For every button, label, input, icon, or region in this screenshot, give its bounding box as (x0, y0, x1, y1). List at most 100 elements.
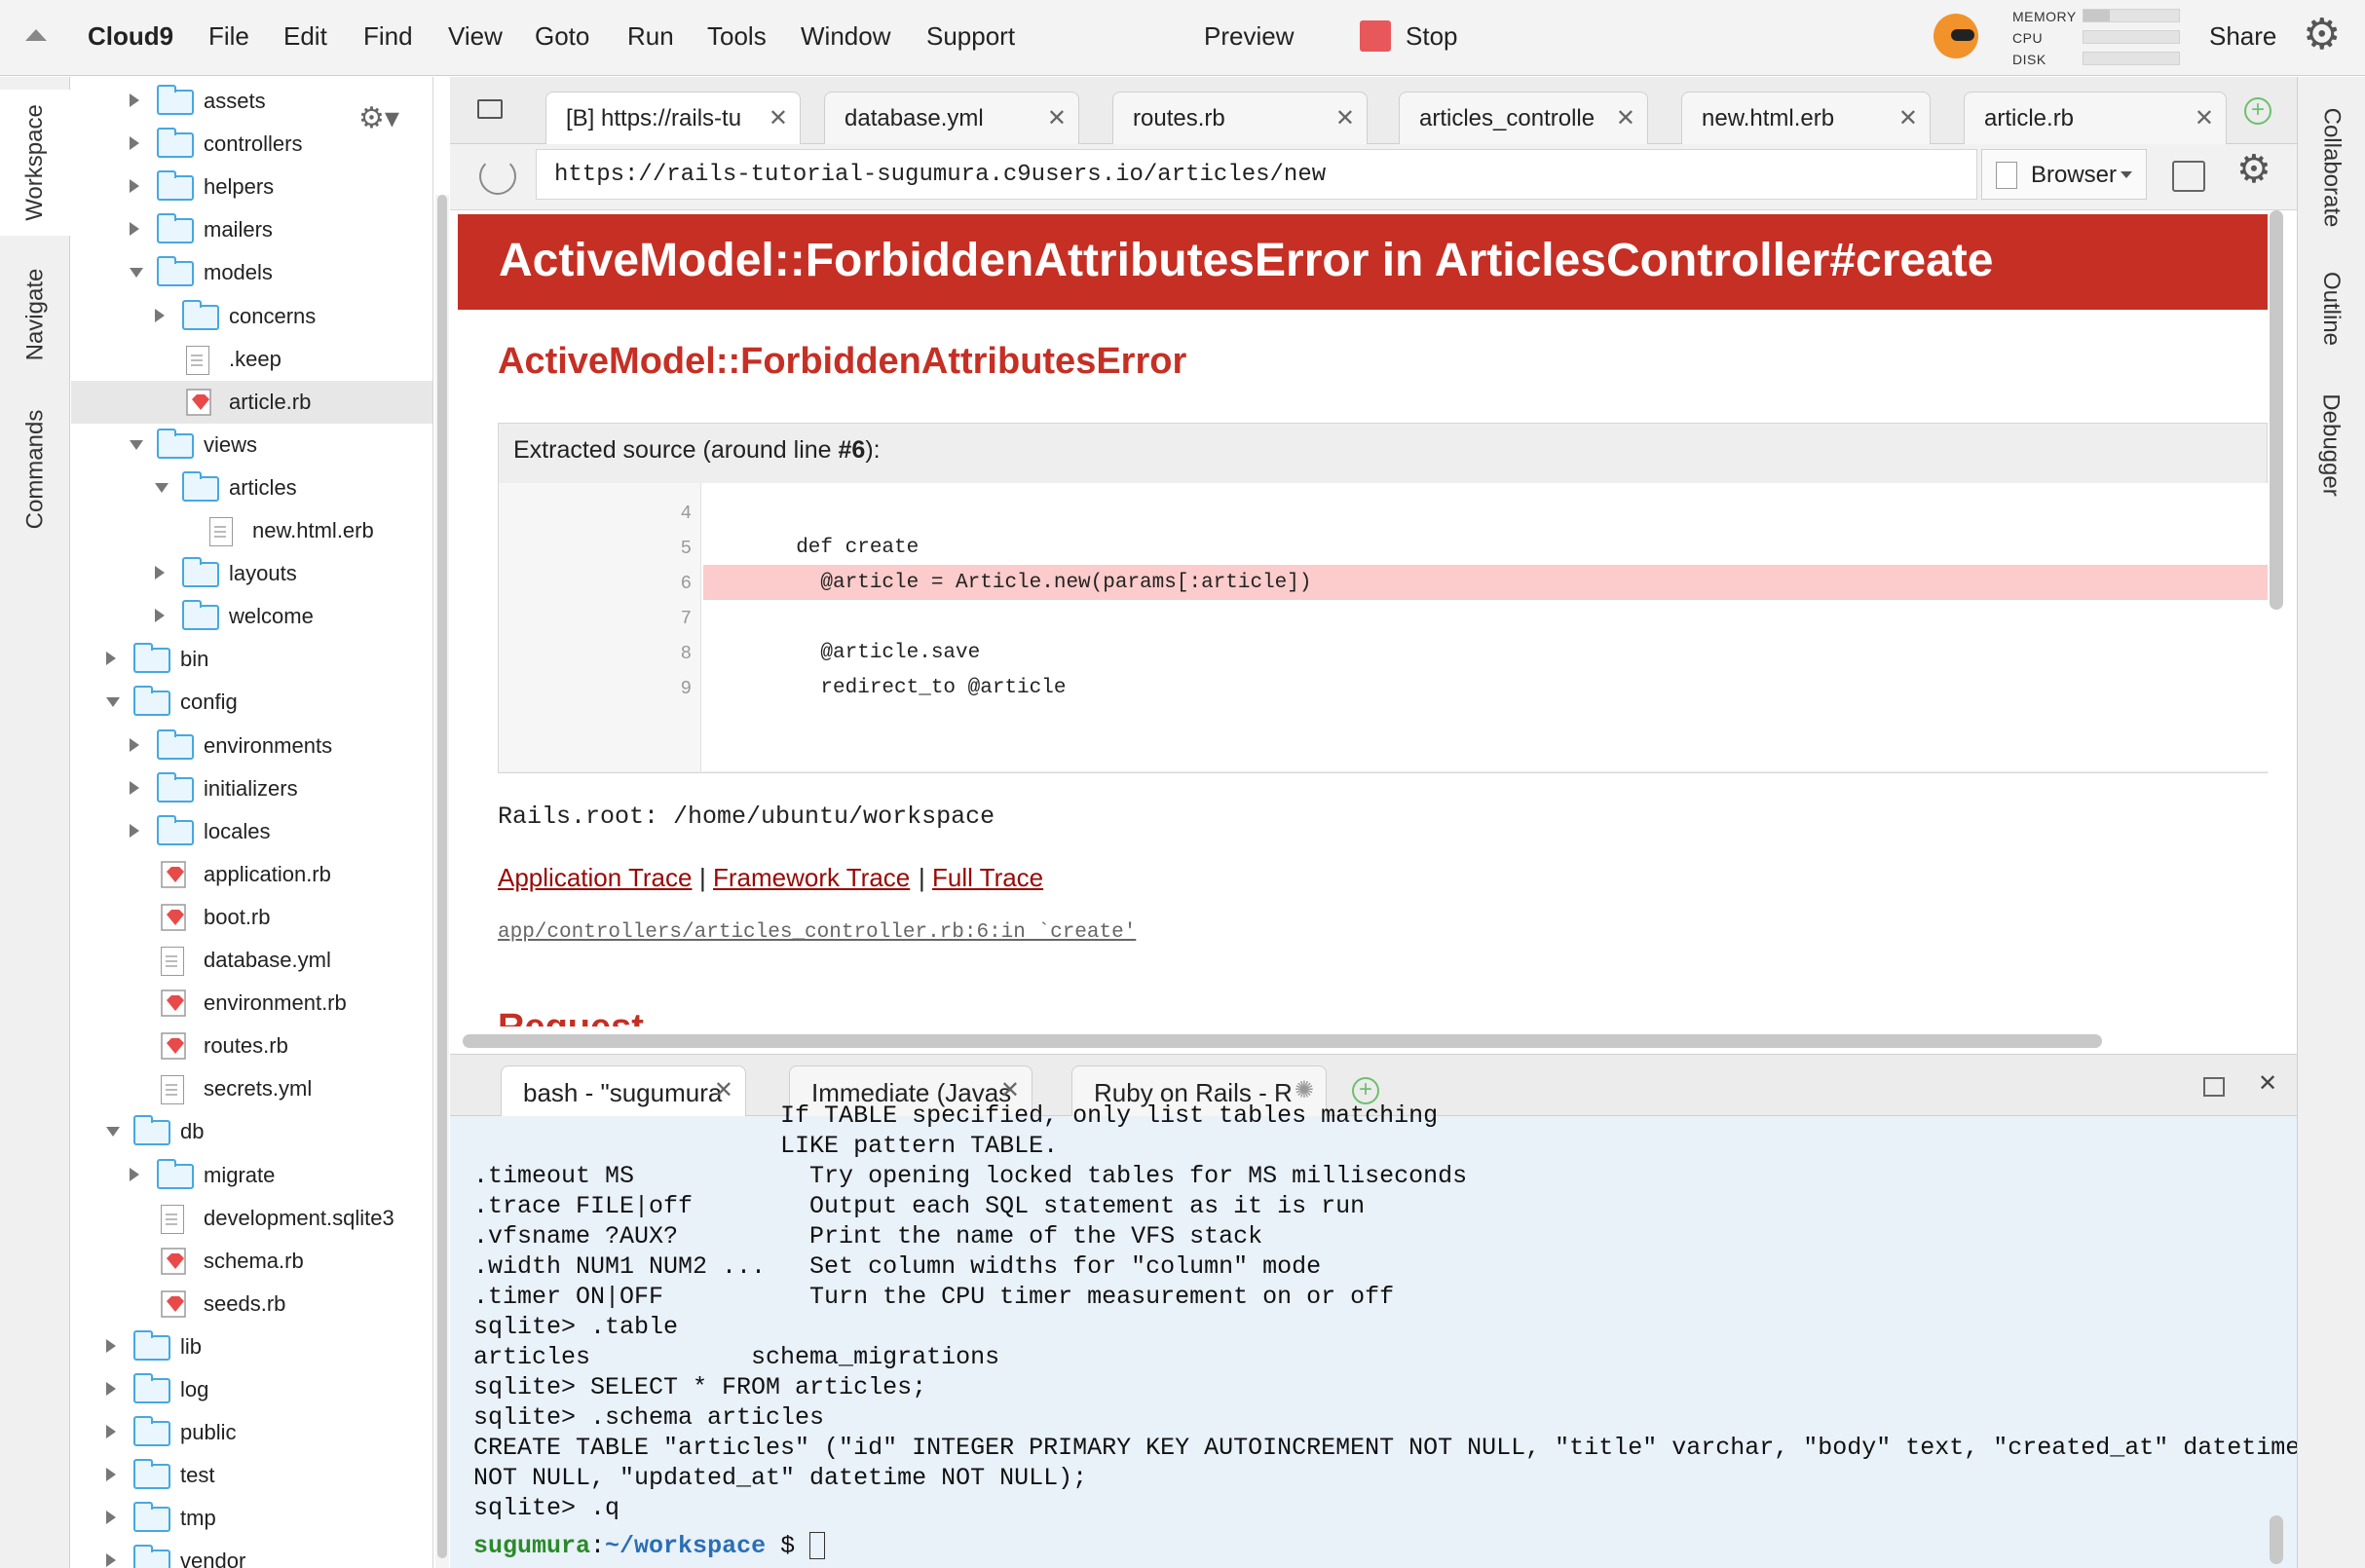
chevron-right-icon[interactable] (130, 136, 139, 151)
tree-item[interactable]: locales (71, 810, 432, 853)
tree-item[interactable]: initializers (71, 767, 432, 810)
chevron-right-icon[interactable] (130, 1167, 139, 1181)
tree-item[interactable]: lib (71, 1325, 432, 1368)
application-trace-link[interactable]: Application Trace (498, 863, 692, 893)
popout-icon[interactable] (2172, 161, 2205, 192)
restore-panel-icon[interactable] (2203, 1077, 2225, 1097)
tree-settings-gear-icon[interactable]: ⚙▾ (358, 101, 399, 135)
tree-item[interactable]: seeds.rb (71, 1283, 432, 1325)
tab-collaborate[interactable]: Collaborate (2297, 90, 2365, 245)
browser-mode-dropdown[interactable]: Browser (1981, 149, 2147, 200)
tree-item[interactable]: bin (71, 638, 432, 681)
avatar[interactable] (1933, 14, 1978, 58)
close-icon[interactable]: ✕ (1335, 104, 1355, 132)
chevron-right-icon[interactable] (155, 566, 165, 580)
tab-outline[interactable]: Outline (2297, 255, 2365, 362)
stop-icon[interactable] (1360, 20, 1391, 52)
close-icon[interactable]: ✕ (1047, 104, 1067, 132)
close-icon[interactable]: ✕ (1616, 104, 1635, 132)
app-menu[interactable]: Cloud9 (88, 21, 173, 52)
chevron-right-icon[interactable] (106, 1553, 116, 1568)
tree-item[interactable]: environments (71, 725, 432, 767)
tree-item[interactable]: concerns (71, 295, 432, 338)
chevron-down-icon[interactable] (106, 1127, 120, 1138)
tab-navigate[interactable]: Navigate (0, 251, 70, 378)
chevron-right-icon[interactable] (155, 308, 165, 322)
tab-debugger[interactable]: Debugger (2297, 382, 2365, 508)
editor-tab-browser[interactable]: [B] https://rails-tu ✕ (545, 92, 801, 144)
tree-item[interactable]: layouts (71, 552, 432, 595)
chevron-right-icon[interactable] (130, 823, 139, 838)
tree-item[interactable]: articles (71, 467, 432, 509)
tree-item[interactable]: log (71, 1368, 432, 1411)
tree-item[interactable]: config (71, 681, 432, 724)
tree-item[interactable]: db (71, 1110, 432, 1153)
close-icon[interactable]: ✕ (769, 104, 788, 132)
tree-item[interactable]: vendor (71, 1540, 432, 1568)
tree-item[interactable]: models (71, 251, 432, 294)
share-button[interactable]: Share (2209, 21, 2276, 52)
chevron-right-icon[interactable] (130, 780, 139, 795)
tree-item[interactable]: routes.rb (71, 1025, 432, 1067)
tree-item[interactable]: helpers (71, 166, 432, 208)
chevron-down-icon[interactable] (130, 268, 143, 279)
menu-goto[interactable]: Goto (535, 21, 589, 52)
chevron-right-icon[interactable] (130, 179, 139, 194)
tree-item[interactable]: views (71, 424, 432, 467)
terminal-scrollbar[interactable] (2270, 1515, 2283, 1564)
close-panel-icon[interactable]: ✕ (2258, 1069, 2277, 1098)
tree-item[interactable]: welcome (71, 595, 432, 638)
collapse-menu-icon[interactable] (25, 29, 47, 41)
editor-tab-new-html-erb[interactable]: new.html.erb ✕ (1681, 92, 1931, 144)
trace-line-link[interactable]: app/controllers/articles_controller.rb:6… (498, 921, 1136, 944)
menu-run[interactable]: Run (627, 21, 674, 52)
tree-item[interactable]: public (71, 1411, 432, 1454)
tree-item[interactable]: new.html.erb (71, 509, 432, 552)
chevron-down-icon[interactable] (106, 697, 120, 708)
tab-workspace[interactable]: Workspace (0, 90, 70, 236)
editor-tab-database-yml[interactable]: database.yml ✕ (824, 92, 1079, 144)
chevron-right-icon[interactable] (106, 1468, 116, 1482)
tree-item[interactable]: boot.rb (71, 896, 432, 939)
tree-item[interactable]: mailers (71, 208, 432, 251)
tree-item[interactable]: test (71, 1454, 432, 1497)
menu-edit[interactable]: Edit (283, 21, 327, 52)
settings-gear-icon[interactable]: ⚙ (2303, 14, 2341, 56)
tab-list-icon[interactable] (477, 99, 503, 119)
chevron-right-icon[interactable] (106, 1511, 116, 1525)
reload-icon[interactable] (479, 158, 516, 195)
tree-item[interactable]: secrets.yml (71, 1067, 432, 1110)
tab-commands[interactable]: Commands (0, 392, 70, 547)
tree-item[interactable]: .keep (71, 338, 432, 381)
tree-item[interactable]: migrate (71, 1154, 432, 1197)
menu-find[interactable]: Find (363, 21, 413, 52)
chevron-right-icon[interactable] (106, 652, 116, 666)
editor-tab-article-rb[interactable]: article.rb ✕ (1964, 92, 2227, 144)
editor-tab-routes-rb[interactable]: routes.rb ✕ (1112, 92, 1368, 144)
tree-item[interactable]: database.yml (71, 939, 432, 982)
tree-item[interactable]: article.rb (71, 380, 432, 424)
terminal-prompt-line[interactable]: sugumura:~/workspace $ (473, 1531, 826, 1561)
browser-settings-gear-icon[interactable]: ⚙ (2236, 150, 2271, 189)
add-tab-icon[interactable]: + (2244, 97, 2271, 125)
chevron-right-icon[interactable] (130, 737, 139, 752)
tree-item[interactable]: tmp (71, 1497, 432, 1540)
chevron-right-icon[interactable] (106, 1425, 116, 1439)
chevron-right-icon[interactable] (155, 609, 165, 623)
tree-scrollbar[interactable] (435, 195, 449, 1568)
tree-item[interactable]: development.sqlite3 (71, 1197, 432, 1240)
chevron-right-icon[interactable] (106, 1382, 116, 1396)
chevron-right-icon[interactable] (130, 222, 139, 237)
page-horizontal-scrollbar[interactable] (463, 1034, 2102, 1048)
menu-window[interactable]: Window (801, 21, 890, 52)
framework-trace-link[interactable]: Framework Trace (713, 863, 910, 893)
url-input[interactable]: https://rails-tutorial-sugumura.c9users.… (536, 149, 1977, 200)
full-trace-link[interactable]: Full Trace (932, 863, 1043, 893)
tree-item[interactable]: environment.rb (71, 982, 432, 1025)
editor-tab-articles-controller[interactable]: articles_controlle ✕ (1399, 92, 1648, 144)
page-vertical-scrollbar[interactable] (2270, 210, 2283, 610)
chevron-right-icon[interactable] (106, 1338, 116, 1353)
menu-tools[interactable]: Tools (707, 21, 767, 52)
close-icon[interactable]: ✕ (1898, 104, 1918, 132)
chevron-down-icon[interactable] (155, 482, 169, 493)
